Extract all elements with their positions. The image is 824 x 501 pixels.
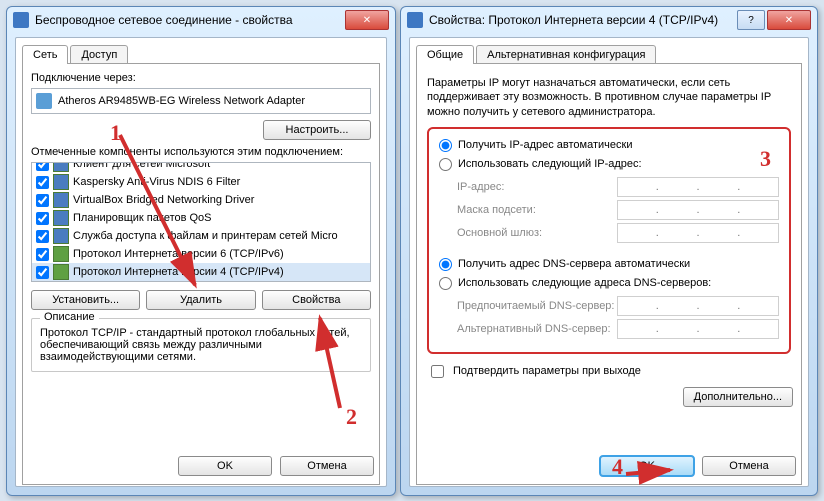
cancel-button[interactable]: Отмена xyxy=(702,456,796,476)
adapter-name: Atheros AR9485WB-EG Wireless Network Ada… xyxy=(58,95,305,107)
gateway-label: Основной шлюз: xyxy=(457,227,617,239)
window-icon xyxy=(407,12,423,28)
tab-network[interactable]: Сеть xyxy=(22,45,68,64)
titlebar[interactable]: Беспроводное сетевое соединение - свойст… xyxy=(7,7,395,33)
description-label: Описание xyxy=(40,311,99,323)
ip-address-label: IP-адрес: xyxy=(457,181,617,193)
ip-address-input[interactable]: ... xyxy=(617,177,779,197)
component-icon xyxy=(53,264,69,280)
dns1-input[interactable]: ... xyxy=(617,296,779,316)
item-checkbox[interactable] xyxy=(36,162,49,171)
component-icon xyxy=(53,174,69,190)
advanced-button[interactable]: Дополнительно... xyxy=(683,387,793,407)
radio-dns-auto[interactable]: Получить адрес DNS-сервера автоматически xyxy=(439,258,779,271)
ip-dns-group: Получить IP-адрес автоматически Использо… xyxy=(427,127,791,354)
window-icon xyxy=(13,12,29,28)
tab-general[interactable]: Общие xyxy=(416,45,474,64)
component-icon xyxy=(53,162,69,172)
component-icon xyxy=(53,192,69,208)
radio-ip-auto[interactable]: Получить IP-адрес автоматически xyxy=(439,139,779,152)
component-icon xyxy=(53,246,69,262)
ipv4-properties-window: Свойства: Протокол Интернета версии 4 (T… xyxy=(400,6,818,496)
item-checkbox[interactable] xyxy=(36,194,49,207)
subnet-mask-label: Маска подсети: xyxy=(457,204,617,216)
ipv4-description: Параметры IP могут назначаться автоматич… xyxy=(427,76,791,119)
item-checkbox[interactable] xyxy=(36,230,49,243)
tab-sharing[interactable]: Доступ xyxy=(70,45,128,64)
dns2-label: Альтернативный DNS-сервер: xyxy=(457,323,617,335)
close-button[interactable]: ✕ xyxy=(767,10,811,30)
item-checkbox[interactable] xyxy=(36,212,49,225)
cancel-button[interactable]: Отмена xyxy=(280,456,374,476)
subnet-mask-input[interactable]: ... xyxy=(617,200,779,220)
connect-via-label: Подключение через: xyxy=(31,72,371,84)
help-button[interactable]: ? xyxy=(737,10,765,30)
arrow-1 xyxy=(115,130,235,300)
window-title: Беспроводное сетевое соединение - свойст… xyxy=(35,13,345,27)
item-checkbox[interactable] xyxy=(36,266,49,279)
adapter-combo[interactable]: Atheros AR9485WB-EG Wireless Network Ada… xyxy=(31,88,371,114)
annotation-3: 3 xyxy=(760,146,771,172)
radio-dns-manual[interactable]: Использовать следующие адреса DNS-сервер… xyxy=(439,277,779,290)
item-checkbox[interactable] xyxy=(36,248,49,261)
dns2-input[interactable]: ... xyxy=(617,319,779,339)
arrow-4 xyxy=(618,456,688,482)
close-button[interactable]: ✕ xyxy=(345,10,389,30)
validate-checkbox[interactable]: Подтвердить параметры при выходе xyxy=(427,362,793,381)
arrow-2 xyxy=(190,300,360,420)
configure-button[interactable]: Настроить... xyxy=(263,120,371,140)
window-title: Свойства: Протокол Интернета версии 4 (T… xyxy=(429,13,737,27)
component-icon xyxy=(53,210,69,226)
radio-ip-manual[interactable]: Использовать следующий IP-адрес: xyxy=(439,158,779,171)
adapter-icon xyxy=(36,93,52,109)
item-checkbox[interactable] xyxy=(36,176,49,189)
titlebar[interactable]: Свойства: Протокол Интернета версии 4 (T… xyxy=(401,7,817,33)
ok-button[interactable]: OK xyxy=(178,456,272,476)
component-icon xyxy=(53,228,69,244)
dns1-label: Предпочитаемый DNS-сервер: xyxy=(457,300,617,312)
gateway-input[interactable]: ... xyxy=(617,223,779,243)
tab-alt-config[interactable]: Альтернативная конфигурация xyxy=(476,45,656,64)
